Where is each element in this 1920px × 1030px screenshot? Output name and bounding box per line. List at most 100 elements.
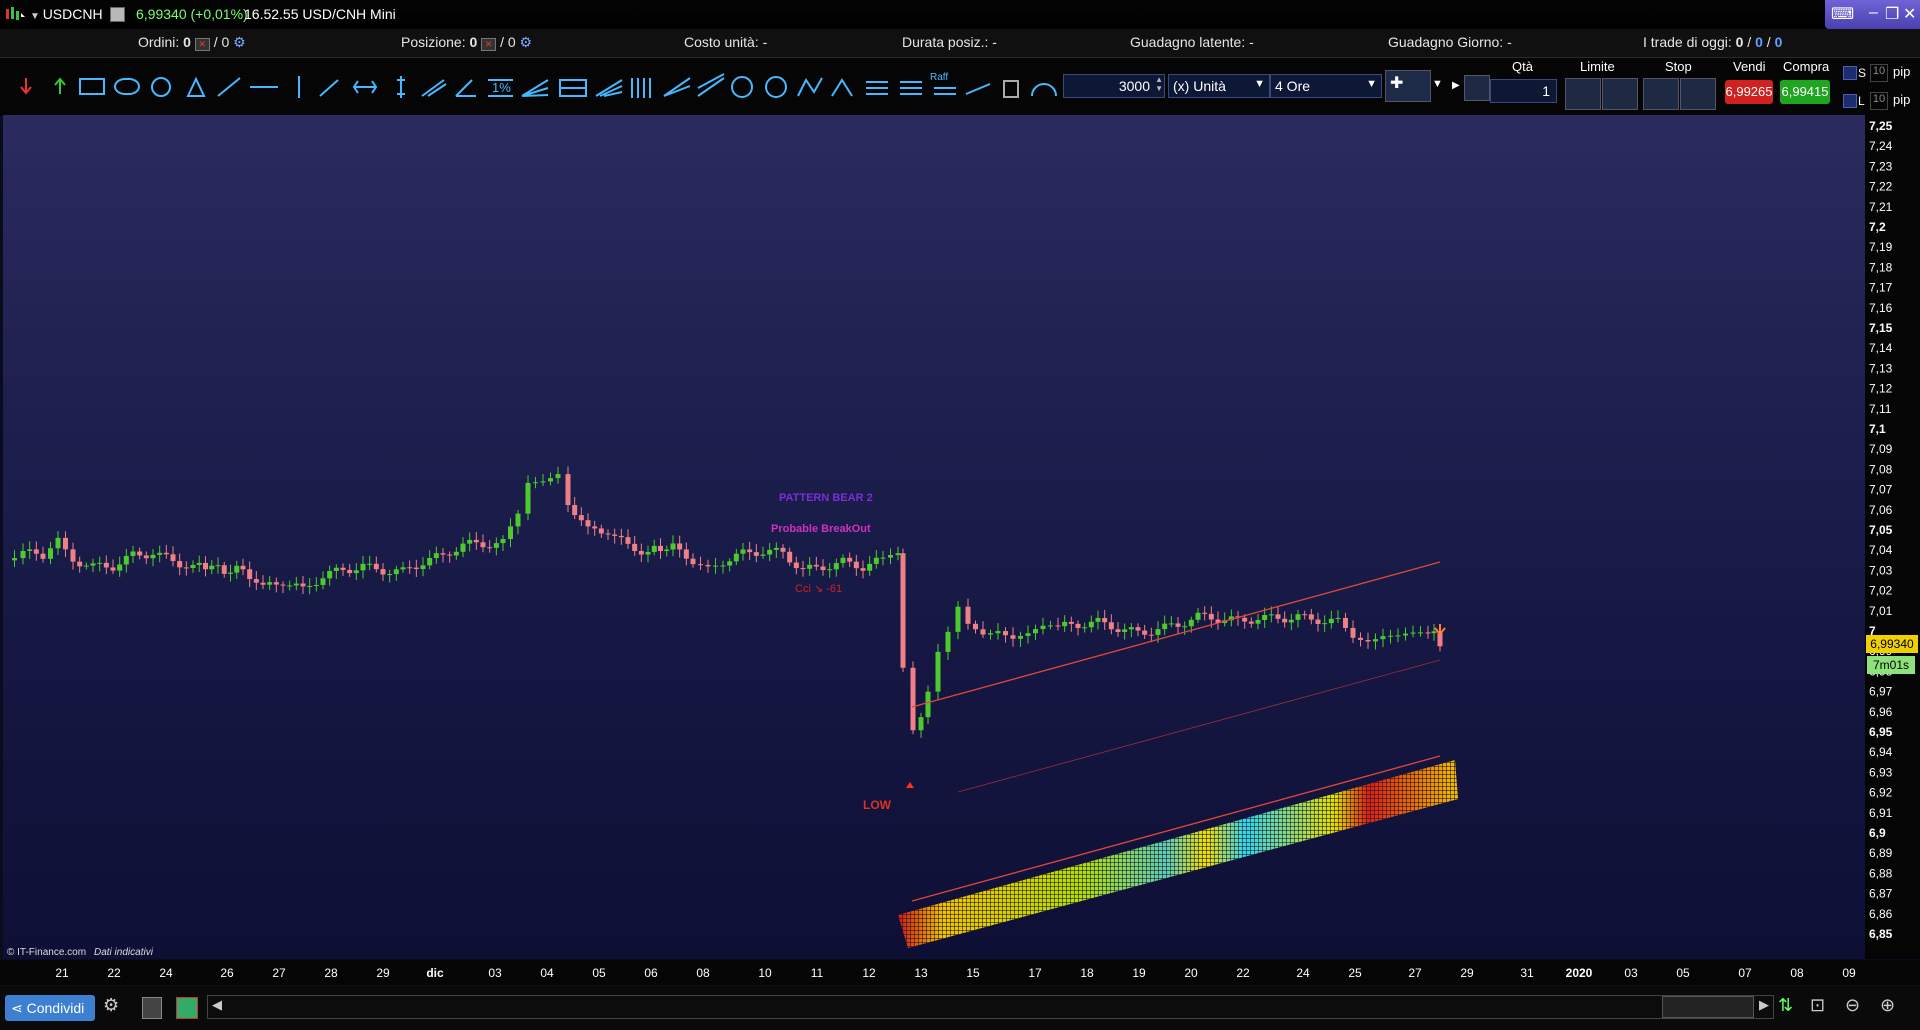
raff-channel-icon[interactable] [934,87,956,95]
speed-lines-icon[interactable] [663,77,691,97]
position-info[interactable]: Posizione: 0 ✕ / 0 ⚙ [401,34,532,51]
qty-input[interactable]: 1 [1490,79,1557,103]
candle-body [460,543,466,552]
timeframe-select[interactable]: 4 Ore ▼ [1270,74,1382,98]
ray-tool-icon[interactable] [319,79,339,97]
l-pip-input[interactable]: 10 [1870,92,1888,110]
units-select[interactable]: (x) Unità ▼ [1168,74,1270,98]
raff-label: Raff [930,72,948,83]
line-tool-icon[interactable] [217,77,241,97]
keyboard-icon[interactable]: ⌨ [1831,4,1854,24]
gear-icon[interactable]: ⚙ [233,34,246,50]
fib-fan-icon[interactable] [521,79,549,97]
price-axis-canvas: 7,25 7,24 7,23 7,22 7,21 7,2 7,19 7,18 7,17 7,16 7… [1869,119,1893,941]
time-tick: 07 [1738,966,1752,980]
scroll-right-icon[interactable]: ▶ [1759,997,1769,1013]
scroll-left-icon[interactable]: ◀ [212,997,222,1013]
candle-body [137,551,143,556]
auto-scale-icon[interactable]: ⇅ [1778,995,1802,1019]
minimize-icon[interactable]: – [1869,4,1878,22]
indicators-button[interactable]: ✚ [1385,70,1431,102]
limit-buy-button[interactable] [1565,78,1601,110]
zoom-in-icon[interactable]: ⊕ [1880,995,1904,1019]
candle-body [632,543,638,552]
cancel-orders-icon[interactable]: ✕ [194,38,210,51]
candle-body [677,543,683,550]
restore-icon[interactable]: ❐ [1885,4,1899,24]
wrench-icon[interactable] [1464,75,1490,101]
price-axis[interactable]: 7,25 7,24 7,23 7,22 7,21 7,2 7,19 7,18 7,17 7,16 7… [1865,115,1920,959]
price-chart[interactable]: PATTERN BEAR 2 Probable BreakOut Cci ↘ -… [3,115,1865,959]
candle-body [267,582,273,585]
magnet-icon[interactable] [1031,83,1057,97]
regression-icon[interactable] [697,73,725,97]
notes-icon[interactable] [142,997,162,1019]
buy-button[interactable]: 6,99415 [1780,80,1830,104]
zoom-area-icon[interactable]: ⊡ [1810,995,1834,1019]
sigma-lines-icon[interactable] [900,81,922,95]
sell-button[interactable]: 6,99265 [1725,80,1773,104]
candle-body [103,562,109,568]
indicator-menu-chevron-icon[interactable]: ▼ [1432,78,1443,90]
quantity-units-input[interactable]: 3000 ▲ ▼ [1063,74,1165,98]
gann-grid-icon[interactable] [559,79,587,97]
circle-tool-icon[interactable] [151,77,171,97]
spiral-icon[interactable] [731,76,753,98]
spinner-icon[interactable]: ▲ ▼ [1155,75,1163,93]
measure-tool-icon[interactable] [965,83,991,95]
app-chart-icon[interactable] [4,5,26,23]
limit-sell-button[interactable] [1602,78,1638,110]
channel-tool-icon[interactable] [421,79,447,97]
fib-circle-icon[interactable] [765,76,787,98]
triangle-tool-icon[interactable] [186,76,206,97]
close-position-icon[interactable]: ✕ [481,38,497,51]
angle-tool-icon[interactable] [455,79,476,97]
stop-sell-button[interactable] [1680,78,1716,110]
s-checkbox[interactable] [1843,66,1857,80]
andrews-lines-icon[interactable] [631,78,651,98]
chart-type-icon[interactable] [176,997,198,1019]
ellipse-tool-icon[interactable] [114,78,140,95]
candle-body [1288,619,1294,623]
share-button[interactable]: ⋖ Condividi [5,995,95,1021]
orders-info[interactable]: Ordini: 0 ✕ / 0 ⚙ [138,34,246,51]
candle-body [143,555,149,559]
extended-line-icon[interactable] [352,80,378,94]
pitchfork-icon[interactable] [595,79,623,97]
l-checkbox[interactable] [1843,94,1857,108]
trash-icon[interactable] [1003,80,1019,98]
candle-body [793,562,799,569]
candle-body [1018,635,1023,639]
vertical-ray-icon[interactable] [397,76,405,98]
position-duration: Durata posiz.: - [902,34,997,50]
candle-body [925,691,931,718]
instrument-info-icon[interactable] [110,7,125,22]
price-tick: 7,18 [1869,260,1893,274]
candle-body [170,554,176,562]
buy-arrow-icon[interactable] [54,77,66,94]
title-bar: ▼ USDCNH 6,99340 (+0,01%) 16.52.55 USD/C… [0,0,1920,29]
rectangle-tool-icon[interactable] [79,78,105,95]
elliott-icon[interactable] [831,78,853,97]
scroll-thumb[interactable] [1662,996,1754,1018]
chart-scrollbar[interactable]: ◀ ▶ [207,995,1774,1019]
time-tick: 28 [324,966,338,980]
price-tick: 7,19 [1869,240,1893,254]
zoom-out-icon[interactable]: ⊖ [1845,995,1869,1019]
symbol-selector[interactable]: ▼ USDCNH [30,6,103,22]
sell-arrow-icon[interactable] [20,78,32,95]
candle-body [487,547,493,549]
time-axis[interactable]: 21 22 24 26 27 28 29 dic 03 04 05 06 08 10 11 12 13 15 17 1… [0,960,1920,985]
close-icon[interactable]: ✕ [1903,4,1916,24]
indicator-settings-icon[interactable]: ⚙ [103,995,127,1019]
time-tick: 10 [758,966,772,980]
parallel-lines-icon[interactable] [866,81,888,95]
gear-icon[interactable]: ⚙ [520,34,533,50]
s-pip-input[interactable]: 10 [1870,64,1888,82]
candle-body [980,629,986,635]
expand-right-icon[interactable]: ▶ [1452,80,1460,91]
chart-canvas[interactable]: PATTERN BEAR 2 Probable BreakOut Cci ↘ -… [3,115,1865,959]
price-tick: 6,91 [1869,806,1893,820]
wave-tool-icon[interactable] [797,77,823,97]
stop-buy-button[interactable] [1643,78,1679,110]
